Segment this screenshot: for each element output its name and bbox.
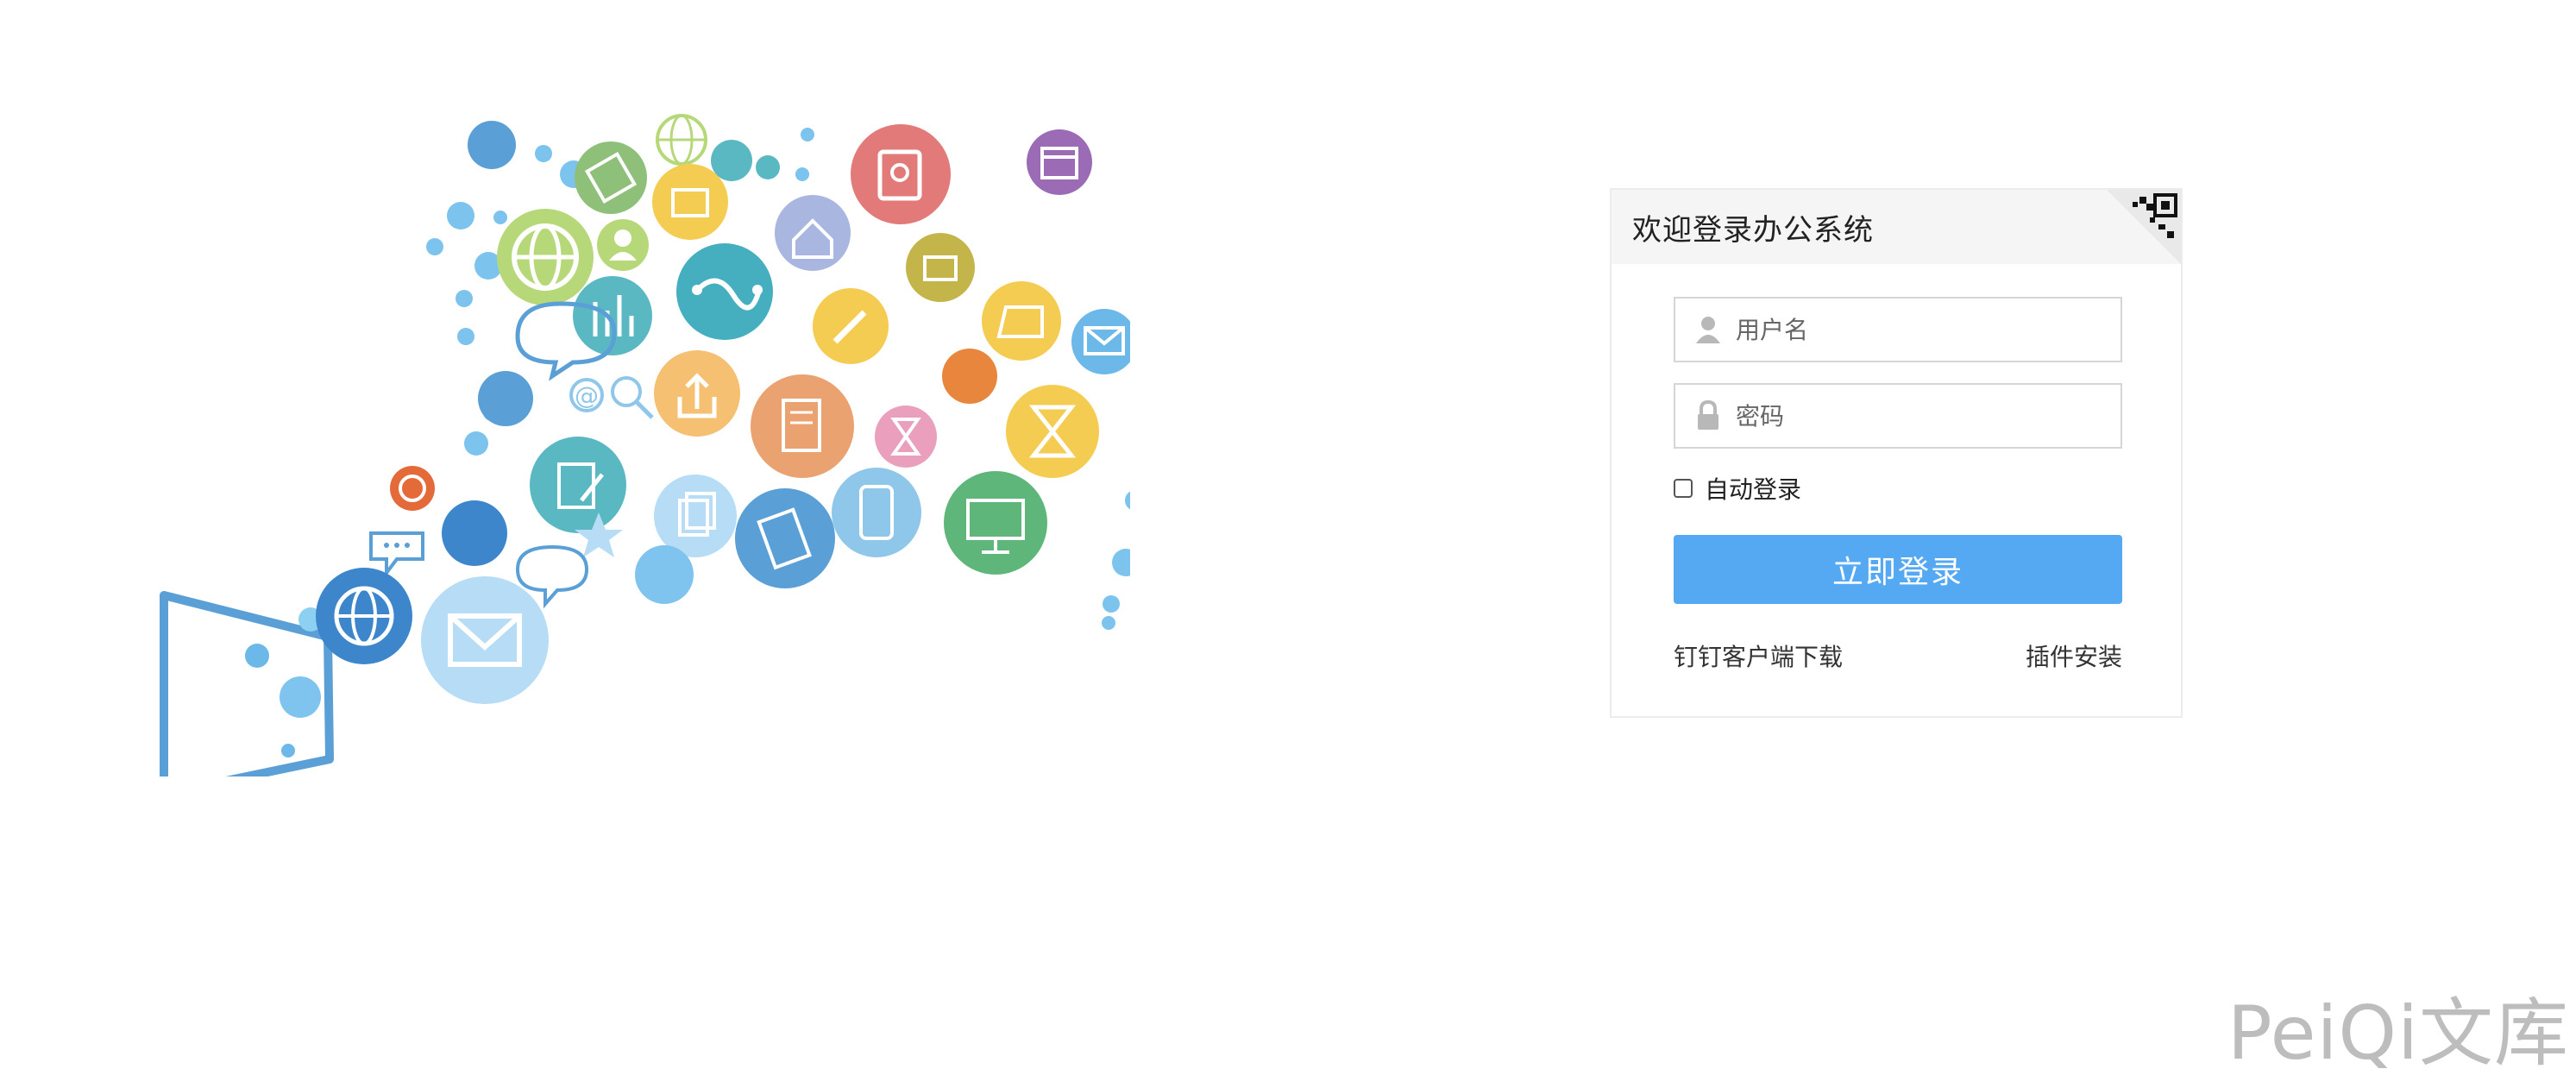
watermark: PeiQi文库 — [2227, 990, 2569, 1075]
folder-open-icon — [982, 281, 1061, 361]
tablet-icon — [160, 591, 334, 776]
globe-icon — [497, 209, 594, 305]
circle-blue-3 — [635, 545, 694, 604]
qr-code-icon[interactable] — [2107, 190, 2181, 264]
hourglass-icon-small — [875, 405, 937, 468]
login-form: 自动登录 立即登录 钉钉客户端下载 插件安装 — [1612, 264, 2181, 673]
circle-blue-1 — [478, 371, 533, 426]
user-icon — [1691, 312, 1725, 347]
password-input[interactable] — [1734, 400, 2100, 431]
mail-icon-large — [421, 576, 549, 704]
auto-login-label[interactable]: 自动登录 — [1705, 471, 1801, 506]
dot-teal — [711, 140, 780, 181]
password-field[interactable] — [1674, 383, 2122, 449]
folder-icon — [652, 164, 728, 240]
user-icon — [597, 219, 649, 271]
office-icons-illustration: @ — [138, 95, 1130, 776]
globe-outline-icon — [656, 114, 707, 166]
login-button[interactable]: 立即登录 — [1674, 535, 2122, 604]
auto-login-row: 自动登录 — [1674, 471, 2119, 506]
panel-links: 钉钉客户端下载 插件安装 — [1674, 638, 2122, 673]
document-icon — [575, 141, 647, 214]
monitor-wifi-icon — [944, 471, 1047, 575]
dot-orange — [942, 349, 997, 404]
upload-icon — [654, 350, 740, 437]
calendar-icon — [1027, 129, 1092, 195]
files-icon — [735, 488, 835, 588]
login-page: @ 欢迎登录办公系统 用户名 自动登录 立即登录 钉钉客户端下载 插件安装 Pe… — [0, 0, 2576, 1075]
panel-title: 欢迎登录办公系统 — [1632, 212, 1874, 248]
plugin-install-link[interactable]: 插件安装 — [2026, 638, 2122, 673]
circle-blue-2 — [442, 500, 507, 566]
pencil-icon — [813, 288, 889, 364]
film-icon — [390, 466, 435, 511]
contacts-icon — [851, 124, 951, 224]
auto-login-checkbox[interactable] — [1674, 479, 1693, 498]
search-icon — [611, 376, 654, 419]
globe-icon-2 — [316, 568, 412, 664]
mail-icon — [1071, 309, 1130, 374]
lock-icon — [1691, 399, 1725, 433]
copy-icon — [654, 475, 737, 557]
dingtalk-download-link[interactable]: 钉钉客户端下载 — [1674, 638, 1843, 673]
connections-icon — [676, 243, 773, 340]
login-panel: 欢迎登录办公系统 用户名 自动登录 立即登录 钉钉客户端下载 插件安装 — [1610, 188, 2183, 718]
folder-icon-2 — [906, 233, 975, 302]
svg-text:@: @ — [575, 381, 599, 410]
message-icon — [369, 531, 424, 578]
mobile-icon — [832, 468, 921, 557]
home-icon — [775, 195, 851, 271]
hourglass-icon — [1006, 385, 1099, 478]
username-input[interactable] — [1734, 314, 2100, 345]
panel-header: 欢迎登录办公系统 — [1612, 190, 2181, 264]
notes-icon — [751, 374, 854, 478]
username-field[interactable] — [1674, 297, 2122, 362]
at-icon: @ — [569, 378, 604, 412]
edit-document-icon — [530, 437, 626, 533]
